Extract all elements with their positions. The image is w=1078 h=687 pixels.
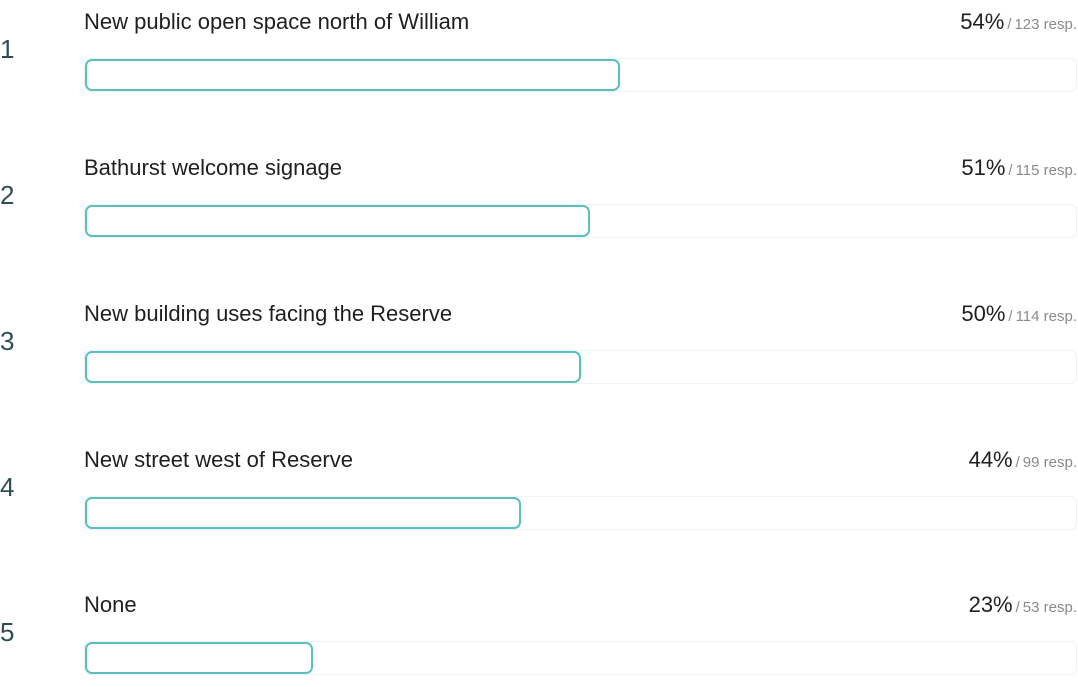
percent-value: 54% xyxy=(960,9,1005,34)
option-label: Bathurst welcome signage xyxy=(84,155,343,180)
rank-number: 5 xyxy=(0,617,15,647)
option-label: New street west of Reserve xyxy=(84,447,353,472)
progress-track xyxy=(84,58,1077,92)
stats-separator: / xyxy=(1015,599,1020,616)
progress-fill xyxy=(85,59,621,91)
progress-fill xyxy=(85,205,591,237)
progress-track xyxy=(84,204,1077,238)
stats-separator: / xyxy=(1008,308,1013,325)
percent-value: 44% xyxy=(968,447,1013,472)
result-stats: 23%/53 resp. xyxy=(969,591,1077,622)
list-item: 3 New building uses facing the Reserve 5… xyxy=(0,296,1078,396)
rank-number: 4 xyxy=(0,472,15,502)
result-stats: 51%/115 resp. xyxy=(961,154,1077,185)
option-label: New public open space north of William xyxy=(84,9,470,34)
results-list: 1 New public open space north of William… xyxy=(0,0,1078,675)
result-stats: 54%/123 resp. xyxy=(960,8,1077,39)
progress-fill xyxy=(85,497,522,529)
rank-number: 1 xyxy=(0,34,15,64)
list-item: 5 None 23%/53 resp. xyxy=(0,587,1078,687)
response-count: 99 resp. xyxy=(1022,454,1077,471)
option-label: None xyxy=(84,592,137,617)
percent-value: 51% xyxy=(961,155,1006,180)
response-count: 114 resp. xyxy=(1015,308,1077,325)
response-count: 53 resp. xyxy=(1022,599,1077,616)
progress-fill xyxy=(85,351,581,383)
list-item: 1 New public open space north of William… xyxy=(0,4,1078,104)
progress-fill xyxy=(85,642,313,674)
result-stats: 50%/114 resp. xyxy=(961,300,1077,331)
progress-track xyxy=(84,641,1077,675)
stats-separator: / xyxy=(1015,454,1020,471)
rank-number: 3 xyxy=(0,326,15,356)
rank-number: 2 xyxy=(0,180,15,210)
result-stats: 44%/99 resp. xyxy=(969,446,1077,477)
list-item: 2 Bathurst welcome signage 51%/115 resp. xyxy=(0,150,1078,250)
list-item: 4 New street west of Reserve 44%/99 resp… xyxy=(0,442,1078,542)
response-count: 123 resp. xyxy=(1014,16,1077,33)
progress-track xyxy=(84,350,1077,384)
stats-separator: / xyxy=(1007,16,1012,33)
progress-track xyxy=(84,496,1077,530)
percent-value: 50% xyxy=(961,301,1006,326)
percent-value: 23% xyxy=(968,592,1013,617)
option-label: New building uses facing the Reserve xyxy=(84,301,453,326)
stats-separator: / xyxy=(1008,162,1013,179)
response-count: 115 resp. xyxy=(1015,162,1077,179)
